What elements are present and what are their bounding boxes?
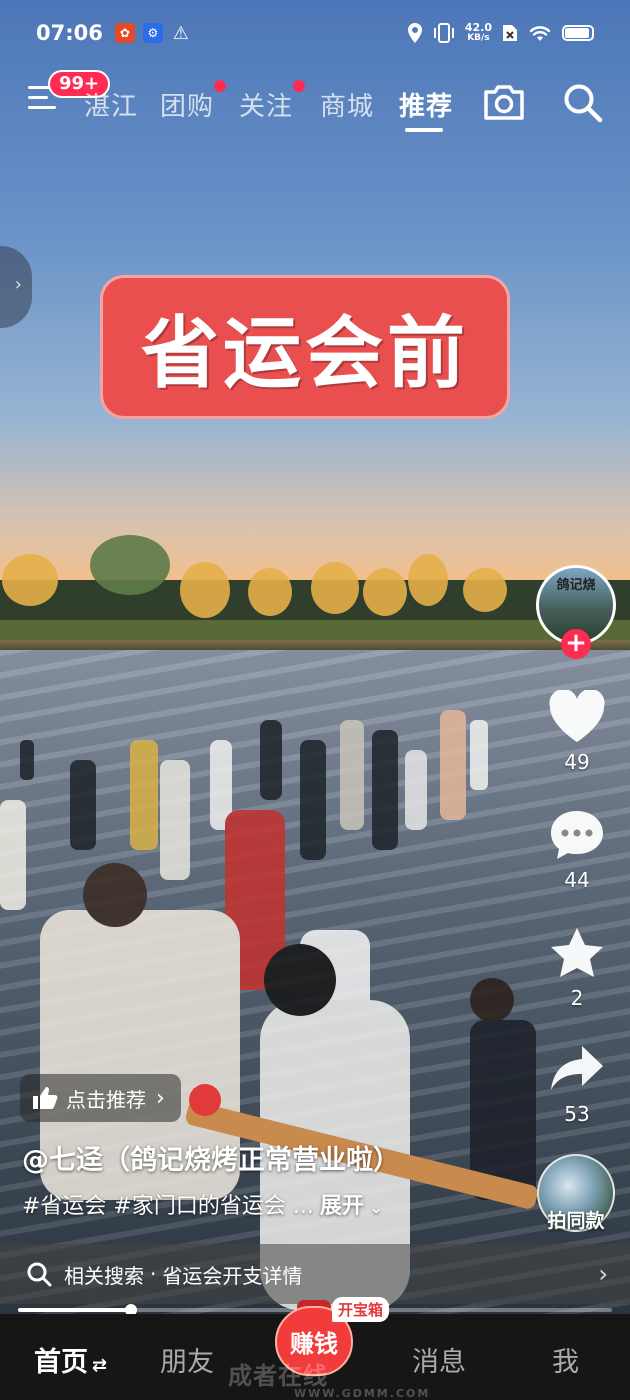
- swap-icon: ⇄: [92, 1355, 108, 1376]
- related-search-bar[interactable]: 相关搜索 · 省运会开支详情 ›: [0, 1244, 630, 1304]
- tab-group-buy[interactable]: 团购: [160, 80, 227, 123]
- video-overlay-caption: 省运会前: [100, 275, 510, 419]
- thumbs-up-icon: [33, 1087, 58, 1109]
- tab-recommend-label: 推荐: [399, 92, 454, 122]
- chevron-right-icon: ›: [598, 1260, 608, 1288]
- treasure-box-tag[interactable]: 开宝箱: [332, 1297, 390, 1322]
- location-icon: [407, 23, 422, 43]
- active-tab-indicator: [405, 128, 443, 132]
- battery-icon: [562, 25, 594, 41]
- watermark-text: 成者在线: [228, 1362, 328, 1390]
- camera-icon[interactable]: [482, 82, 526, 122]
- share-count: 53: [564, 1102, 590, 1126]
- tab-home-label: 首页: [34, 1347, 88, 1378]
- network-speed: 42.0 KB/s: [465, 22, 492, 44]
- expand-label: 展开: [319, 1194, 364, 1219]
- like-button[interactable]: 49: [545, 690, 609, 774]
- comment-icon: [551, 811, 603, 859]
- favorite-count: 2: [570, 986, 584, 1010]
- site-watermark: 成者在线 WWW.GDMM.COM: [228, 1356, 430, 1400]
- net-speed-unit: KB/s: [467, 33, 490, 43]
- tab-following-dot: [293, 80, 306, 92]
- battery-fill: [565, 28, 589, 38]
- comment-count: 44: [564, 868, 590, 892]
- like-count: 49: [564, 750, 590, 774]
- description-text: #省运会 #家门口的省运会 ...: [22, 1194, 314, 1219]
- top-navigation: 99+ 湛江 团购 关注 商城 推荐: [0, 70, 630, 136]
- share-icon: [551, 1046, 603, 1090]
- vibrate-icon: [433, 23, 454, 43]
- progress-fill: [18, 1308, 131, 1312]
- search-icon[interactable]: [562, 82, 604, 124]
- tree-line: [0, 535, 630, 640]
- tab-friends-label: 朋友: [160, 1347, 214, 1378]
- tab-group-buy-dot: [214, 80, 227, 92]
- tab-city-label: 湛江: [84, 92, 139, 122]
- related-search-query: 省运会开支详情: [162, 1263, 303, 1288]
- expand-button[interactable]: 展开 ⌄: [320, 1194, 383, 1219]
- chevron-right-icon: ›: [14, 274, 22, 295]
- recommend-label: 点击推荐: [66, 1087, 146, 1112]
- app-notification-icon-2: ⚙: [142, 23, 163, 43]
- star-icon: [551, 928, 603, 977]
- video-overlay-caption-text: 省运会前: [140, 309, 469, 399]
- status-bar: 07:06 ✿ ⚙ ⚠ 42.0 KB/s: [0, 0, 630, 66]
- related-search-prefix: 相关搜索: [64, 1263, 144, 1288]
- chevron-right-icon: ›: [156, 1085, 165, 1111]
- tab-friends[interactable]: 朋友: [160, 1340, 214, 1379]
- favorite-button[interactable]: 2: [545, 926, 609, 1010]
- tab-mall[interactable]: 商城: [320, 86, 374, 123]
- tab-recommend[interactable]: 推荐: [399, 86, 453, 123]
- follow-button[interactable]: +: [561, 629, 591, 659]
- warning-icon: ⚠: [172, 22, 189, 44]
- app-notification-icon: ✿: [114, 23, 135, 43]
- earn-money-label: 赚钱: [290, 1329, 338, 1358]
- share-button[interactable]: 53: [545, 1042, 609, 1126]
- search-icon: [27, 1262, 52, 1287]
- heart-icon: [549, 690, 605, 742]
- recommend-button[interactable]: 点击推荐 ›: [20, 1074, 181, 1122]
- sim-off-icon: [503, 25, 517, 41]
- related-search-separator: ·: [150, 1262, 157, 1286]
- video-description: #省运会 #家门口的省运会 ... 展开 ⌄: [22, 1188, 383, 1220]
- wifi-icon: [529, 26, 551, 41]
- avatar-sign-text: 鸽记烧: [556, 578, 596, 593]
- tab-city[interactable]: 湛江: [84, 86, 138, 123]
- author-name[interactable]: @七迳（鸽记烧烤正常营业啦）: [22, 1138, 400, 1177]
- tab-home[interactable]: 首页 ⇄: [34, 1340, 107, 1379]
- comment-button[interactable]: 44: [545, 808, 609, 892]
- tab-group-buy-label: 团购: [160, 92, 215, 122]
- tab-following-label: 关注: [239, 92, 294, 122]
- watermark-url: WWW.GDMM.COM: [294, 1387, 431, 1400]
- tab-following[interactable]: 关注: [239, 80, 306, 123]
- tab-mall-label: 商城: [320, 92, 375, 122]
- same-style-label[interactable]: 拍同款: [536, 1206, 616, 1233]
- tab-me-label: 我: [552, 1347, 579, 1378]
- chevron-down-icon: ⌄: [363, 1198, 383, 1217]
- tab-me[interactable]: 我: [552, 1340, 579, 1379]
- net-speed-value: 42.0: [464, 21, 492, 34]
- status-time: 07:06: [36, 21, 103, 45]
